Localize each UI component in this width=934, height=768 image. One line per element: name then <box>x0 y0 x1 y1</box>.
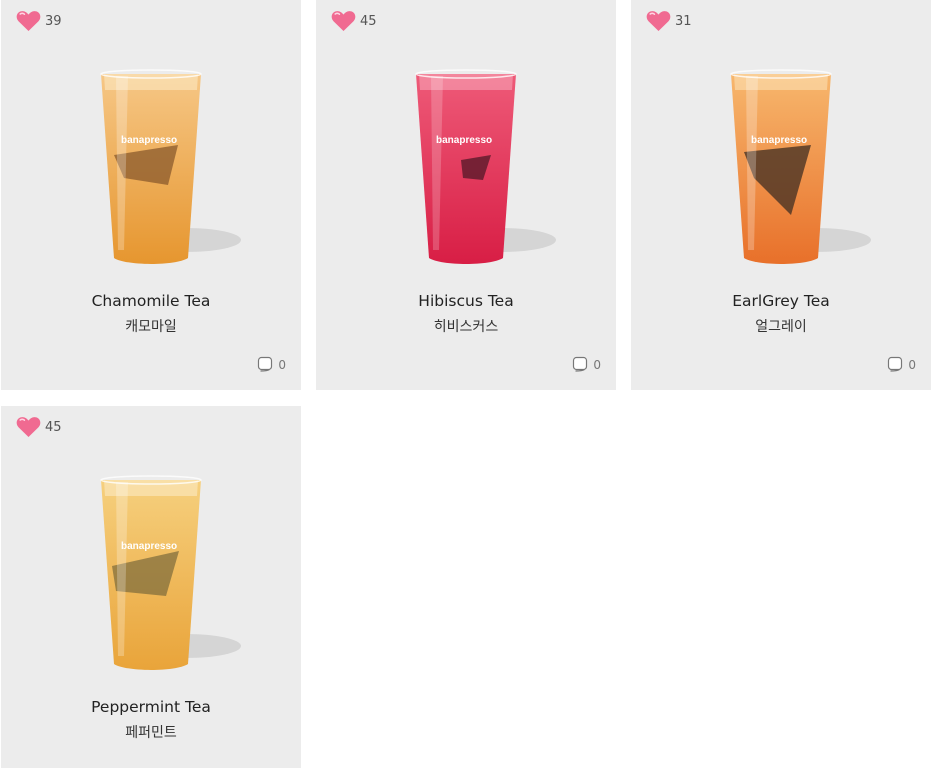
drink-image: banapresso <box>100 69 241 264</box>
like-button[interactable]: 39 <box>16 10 62 32</box>
product-card[interactable]: 31 banapresso EarlGrey Tea 얼그레이 0 <box>631 0 931 390</box>
product-card[interactable]: 45 banapresso Peppermint Tea 페퍼민트 <box>1 406 301 768</box>
like-count: 45 <box>360 13 377 29</box>
product-name-ko: 히비스커스 <box>433 319 499 335</box>
comment-icon <box>258 356 273 372</box>
comment-count: 0 <box>908 357 916 372</box>
product-name-en: Peppermint Tea <box>91 698 211 716</box>
heart-icon <box>331 11 356 31</box>
like-button[interactable]: 45 <box>16 416 62 438</box>
drink-image: banapresso <box>415 69 556 264</box>
comment-count: 0 <box>593 357 601 372</box>
product-name-ko: 캐모마일 <box>125 319 177 335</box>
brand-label: banapresso <box>751 135 807 146</box>
heart-icon <box>16 417 41 437</box>
product-grid: 39 banapresso Chamomile Tea 캐모마일 0 45 ba… <box>1 0 934 768</box>
product-name-en: Hibiscus Tea <box>418 292 514 310</box>
product-name-ko: 얼그레이 <box>755 319 807 335</box>
like-count: 39 <box>45 13 62 29</box>
brand-label: banapresso <box>121 135 177 146</box>
product-name-en: EarlGrey Tea <box>732 292 830 310</box>
comment-button[interactable]: 0 <box>572 356 601 373</box>
product-card[interactable]: 39 banapresso Chamomile Tea 캐모마일 0 <box>1 0 301 390</box>
like-button[interactable]: 31 <box>646 10 692 32</box>
like-count: 31 <box>675 13 692 29</box>
brand-label: banapresso <box>121 541 177 552</box>
drink-image: banapresso <box>100 475 241 670</box>
product-card[interactable]: 45 banapresso Hibiscus Tea 히비스커스 0 <box>316 0 616 390</box>
like-count: 45 <box>45 419 62 435</box>
brand-label: banapresso <box>436 135 492 146</box>
product-name-ko: 페퍼민트 <box>125 725 177 741</box>
product-name-en: Chamomile Tea <box>91 292 211 310</box>
heart-icon <box>16 11 41 31</box>
heart-icon <box>646 11 671 31</box>
like-button[interactable]: 45 <box>331 10 377 32</box>
comment-icon <box>888 356 903 372</box>
comment-button[interactable]: 0 <box>257 356 286 373</box>
comment-button[interactable]: 0 <box>887 356 916 373</box>
comment-count: 0 <box>278 357 286 372</box>
drink-image: banapresso <box>730 69 871 264</box>
comment-icon <box>573 356 588 372</box>
